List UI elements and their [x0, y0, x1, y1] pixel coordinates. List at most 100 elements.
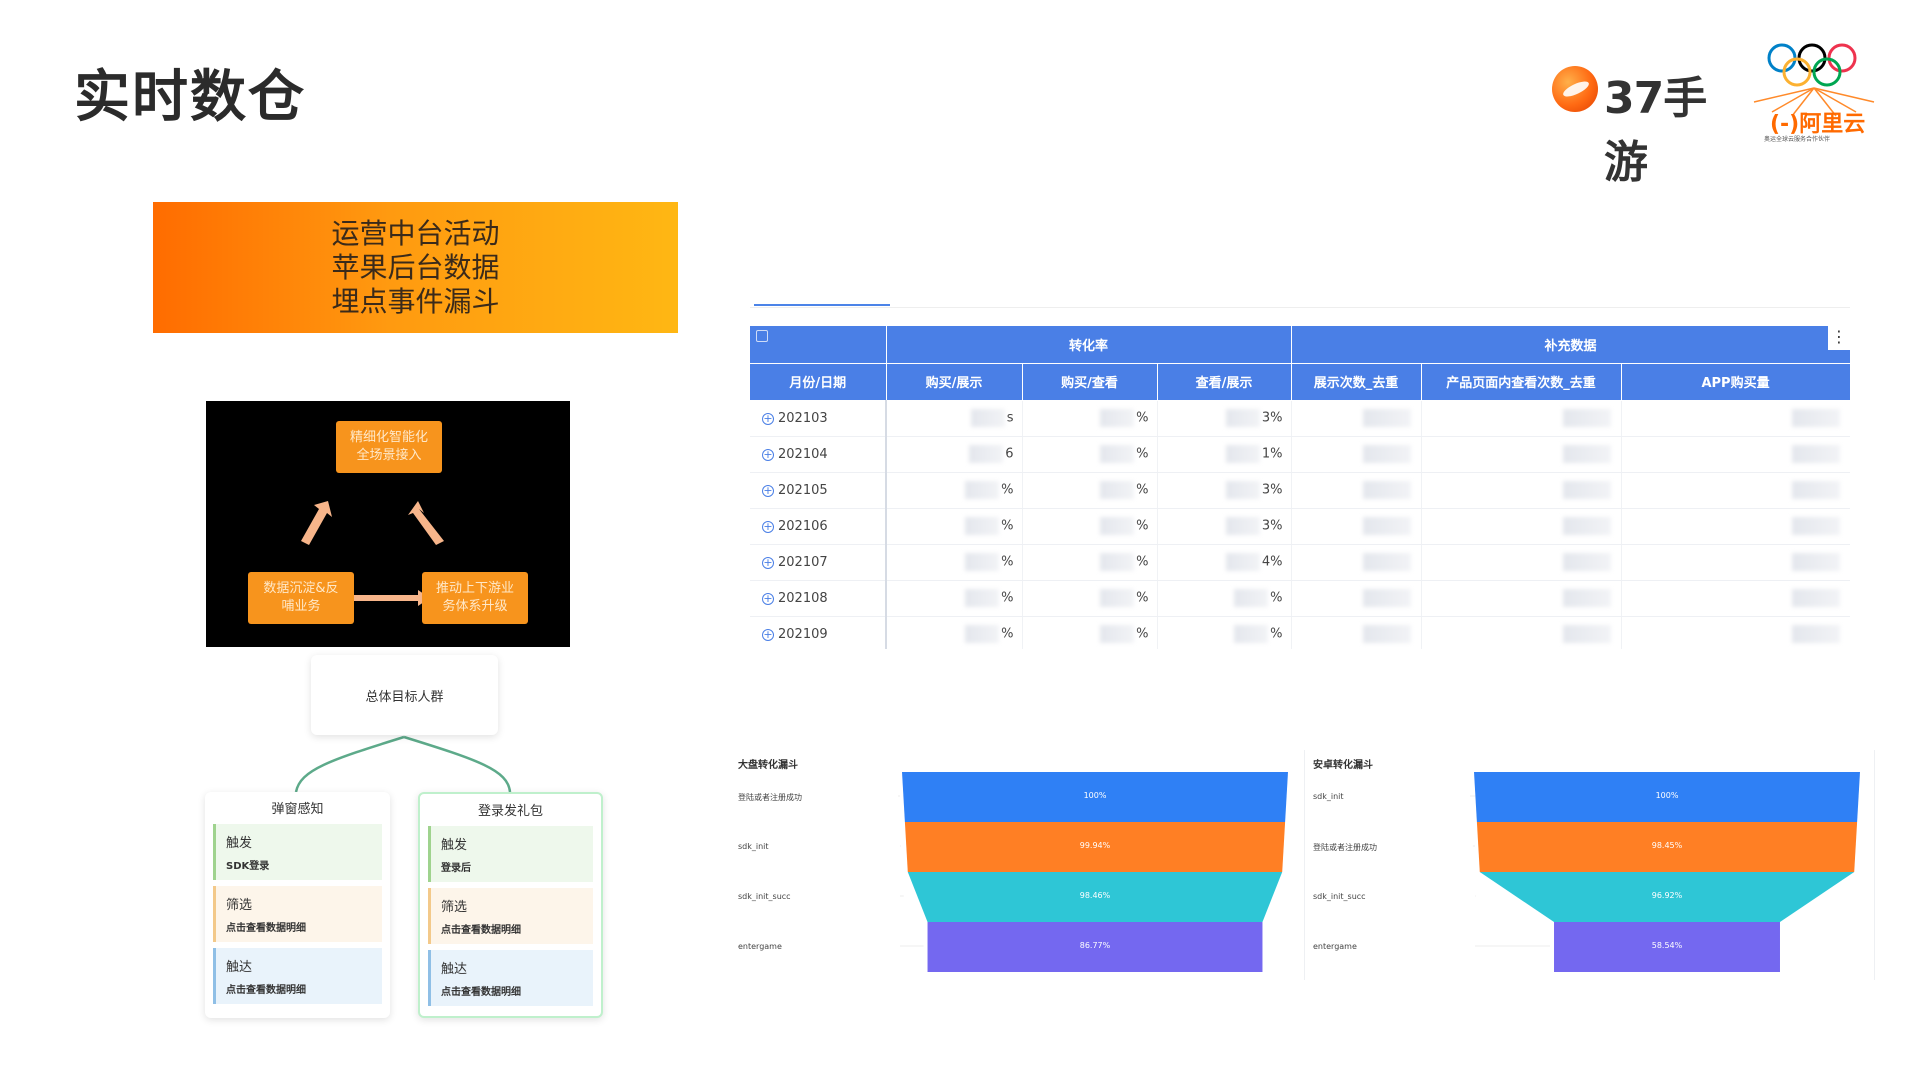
cell-impressions: [1291, 472, 1422, 509]
redacted-value: [1234, 589, 1269, 607]
table-row[interactable]: +202106%% 3%: [750, 508, 1850, 545]
active-tab-indicator[interactable]: [754, 304, 890, 306]
step-filter[interactable]: 筛选 点击查看数据明细: [428, 888, 593, 944]
table-row[interactable]: +202108%%%: [750, 580, 1850, 617]
cell-app-purchases: [1621, 508, 1850, 545]
step-detail-link[interactable]: 点击查看数据明细: [226, 919, 382, 934]
redacted-value: [1562, 517, 1611, 535]
funnel-shapes: [898, 772, 1288, 972]
step-detail: SDK登录: [226, 861, 270, 872]
step-reach[interactable]: 触达 点击查看数据明细: [213, 948, 382, 1004]
cell-value: %: [1001, 590, 1014, 606]
cell-value: s: [1006, 410, 1014, 426]
table-row[interactable]: +202109%%%: [750, 616, 1850, 649]
cell-page-views: [1421, 436, 1622, 473]
funnel-stage-value: 100%: [1655, 791, 1679, 800]
cell-value: %: [1136, 518, 1149, 534]
col-header-buy-view[interactable]: 购买/查看: [1022, 363, 1158, 401]
branch-login-gift[interactable]: 登录发礼包 触发 登录后 筛选 点击查看数据明细 触达 点击查看数据明细: [418, 792, 603, 1018]
cell-value: %: [1270, 626, 1283, 642]
step-trigger[interactable]: 触发 SDK登录: [213, 824, 382, 880]
redacted-value: [965, 517, 1000, 535]
cell-page-views: [1421, 472, 1622, 509]
expand-icon[interactable]: +: [762, 448, 774, 461]
cell-app-purchases: [1621, 472, 1850, 509]
col-header-buy-display[interactable]: 购买/展示: [886, 363, 1023, 401]
more-options-icon[interactable]: ⋮: [1828, 326, 1850, 350]
conversion-table: 转化率 补充数据 月份/日期 购买/展示 购买/查看 查看/展示 展示次数_去重…: [750, 304, 1850, 649]
redacted-value: [1791, 409, 1840, 427]
expand-icon[interactable]: +: [762, 484, 774, 497]
table-select-icon[interactable]: [756, 330, 768, 342]
funnel-stage-value: 98.46%: [1079, 891, 1111, 900]
cell-view-display: 3%: [1157, 472, 1292, 509]
cell-value: 3%: [1261, 518, 1283, 534]
cell-buy-view: %: [1022, 472, 1158, 509]
cell-date[interactable]: +202103: [750, 400, 887, 437]
cell-value: %: [1001, 518, 1014, 534]
redacted-value: [1100, 409, 1135, 427]
redacted-value: [969, 445, 1004, 463]
col-header-view-display[interactable]: 查看/展示: [1157, 363, 1292, 401]
tab-underline: [750, 307, 1850, 308]
funnel-stage-value: 96.92%: [1651, 891, 1683, 900]
step-filter[interactable]: 筛选 点击查看数据明细: [213, 886, 382, 942]
cell-buy-view: %: [1022, 544, 1158, 581]
group-header-conversion: 转化率: [886, 326, 1292, 364]
37-games-logo: 37手游: [1552, 60, 1742, 188]
step-name: 筛选: [441, 900, 468, 915]
expand-icon[interactable]: +: [762, 556, 774, 569]
col-header-date[interactable]: 月份/日期: [750, 363, 887, 401]
date-value: 202105: [778, 482, 828, 498]
expand-icon[interactable]: +: [762, 412, 774, 425]
redacted-value: [1100, 445, 1135, 463]
table-row[interactable]: +202103 s% 3%: [750, 400, 1850, 437]
table-row[interactable]: +202104 6% 1%: [750, 436, 1850, 473]
funnel-android: 安卓转化漏斗 sdk_init 100% 登陆或者注册成功 98.45% sdk_init…: [1305, 750, 1875, 980]
cell-app-purchases: [1621, 616, 1850, 649]
cell-value: %: [1001, 482, 1014, 498]
target-root-node[interactable]: 总体目标人群: [311, 655, 498, 735]
cell-value: %: [1270, 590, 1283, 606]
branch-popup-awareness[interactable]: 弹窗感知 触发 SDK登录 筛选 点击查看数据明细 触达 点击查看数据明细: [205, 792, 390, 1018]
funnel-overall: 大盘转化漏斗 登陆或者注册成功 100% sdk_init 99.94% sdk_init…: [730, 750, 1305, 980]
cell-date[interactable]: +202104: [750, 436, 887, 473]
step-detail-link[interactable]: 点击查看数据明细: [226, 981, 382, 996]
cell-impressions: [1291, 400, 1422, 437]
funnel-stage-label: 登陆或者注册成功: [1313, 843, 1377, 852]
step-name: 触达: [441, 962, 468, 977]
cell-date[interactable]: +202107: [750, 544, 887, 581]
cell-date[interactable]: +202105: [750, 472, 887, 509]
redacted-value: [1100, 553, 1135, 571]
step-detail-link[interactable]: 点击查看数据明细: [441, 983, 593, 998]
table-row[interactable]: +202105%% 3%: [750, 472, 1850, 509]
funnel-stage-label: 登陆或者注册成功: [738, 793, 802, 802]
step-reach[interactable]: 触达 点击查看数据明细: [428, 950, 593, 1006]
table-row[interactable]: +202107%% 4%: [750, 544, 1850, 581]
step-trigger[interactable]: 触发 登录后: [428, 826, 593, 882]
funnel-title: 安卓转化漏斗: [1313, 760, 1373, 771]
redacted-value: [1562, 481, 1611, 499]
expand-icon[interactable]: +: [762, 628, 774, 641]
redacted-value: [1362, 517, 1411, 535]
cell-page-views: [1421, 580, 1622, 617]
redacted-value: [965, 589, 1000, 607]
col-header-page-views[interactable]: 产品页面内查看次数_去重: [1421, 363, 1622, 401]
redacted-value: [1562, 445, 1611, 463]
cell-buy-display: %: [886, 580, 1023, 617]
step-detail-link[interactable]: 点击查看数据明细: [441, 921, 593, 936]
cell-page-views: [1421, 544, 1622, 581]
cell-view-display: 3%: [1157, 400, 1292, 437]
cell-date[interactable]: +202108: [750, 580, 887, 617]
step-name: 筛选: [226, 898, 253, 913]
cell-value: 6: [1005, 446, 1014, 462]
cell-buy-display: %: [886, 472, 1023, 509]
cell-view-display: %: [1157, 580, 1292, 617]
expand-icon[interactable]: +: [762, 592, 774, 605]
cell-date[interactable]: +202106: [750, 508, 887, 545]
col-header-app-purchases[interactable]: APP购买量: [1621, 363, 1850, 401]
cell-date[interactable]: +202109: [750, 616, 887, 649]
expand-icon[interactable]: +: [762, 520, 774, 533]
redacted-value: [965, 553, 1000, 571]
col-header-impressions[interactable]: 展示次数_去重: [1291, 363, 1422, 401]
